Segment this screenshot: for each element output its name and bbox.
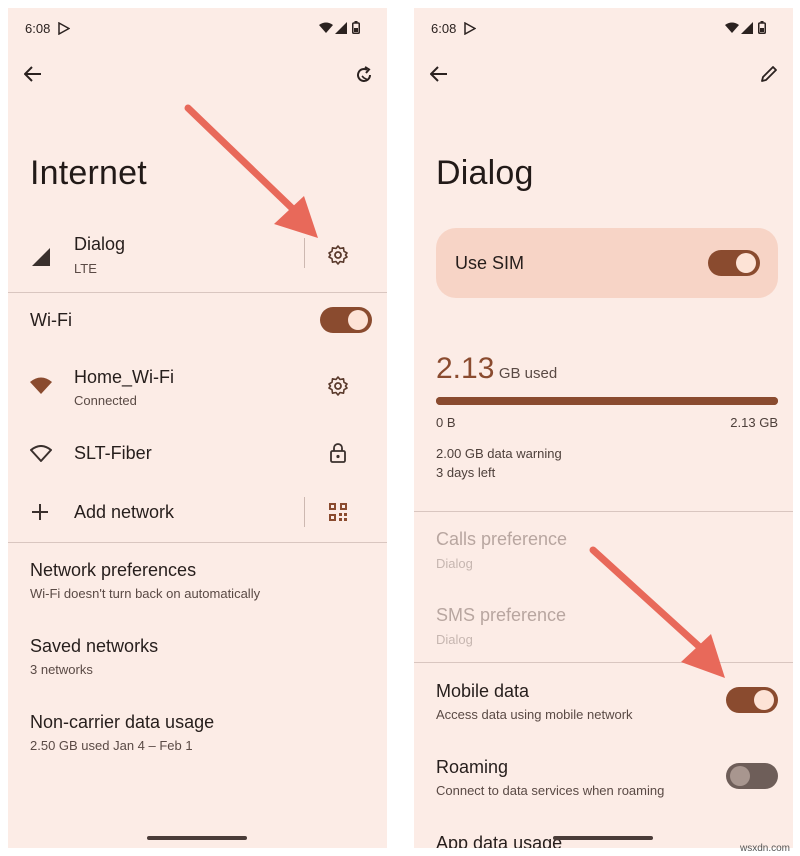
pref-subtitle: Connect to data services when roaming — [436, 783, 665, 798]
add-network-label: Add network — [74, 502, 175, 522]
data-warning-text: 2.00 GB data warning — [436, 446, 562, 461]
network-name: Home_Wi-Fi — [74, 367, 175, 387]
watermark: wsxdn.com — [739, 843, 790, 854]
network-name: SLT-Fiber — [74, 443, 152, 463]
network-settings-gear-icon[interactable] — [327, 375, 349, 397]
pref-subtitle: Dialog — [436, 632, 473, 647]
divider — [8, 292, 387, 293]
annotation-arrow — [589, 546, 725, 678]
signal-status-icon — [741, 22, 753, 34]
pref-title: Saved networks — [30, 636, 159, 656]
usage-min-label: 0 B — [436, 415, 456, 430]
use-sim-card[interactable]: Use SIM — [436, 228, 778, 298]
wifi-status-icon — [725, 22, 739, 34]
annotation-arrow — [184, 104, 318, 238]
page-title: Dialog — [436, 154, 534, 192]
use-sim-toggle[interactable] — [708, 250, 760, 276]
sim-name: Dialog — [74, 234, 126, 254]
edit-pencil-icon[interactable] — [760, 65, 778, 83]
use-sim-label: Use SIM — [455, 253, 525, 273]
data-used-unit: GB used — [498, 365, 558, 382]
pref-subtitle: Dialog — [436, 556, 473, 571]
pref-subtitle: Wi-Fi doesn't turn back on automatically — [30, 586, 261, 601]
wifi-outline-icon — [30, 445, 52, 463]
pref-title: App data usage — [436, 833, 563, 848]
non-carrier-data-usage-item[interactable]: Non-carrier data usage 2.50 GB used Jan … — [8, 708, 387, 758]
home-gesture-bar[interactable] — [147, 836, 247, 840]
data-usage-summary: 2.13 GB used — [436, 352, 557, 386]
internet-screen: 6:08 Internet Dialog LTE Wi-Fi Home_Wi-F… — [8, 8, 387, 848]
status-time: 6:08 — [431, 21, 457, 36]
plus-icon — [32, 504, 48, 520]
play-store-notification-icon — [464, 22, 476, 35]
wifi-label: Wi-Fi — [30, 310, 72, 330]
network-preferences-item[interactable]: Network preferences Wi-Fi doesn't turn b… — [8, 556, 387, 606]
lock-icon — [330, 443, 346, 463]
roaming-toggle[interactable] — [726, 763, 778, 789]
pref-title: Network preferences — [30, 560, 197, 580]
saved-networks-item[interactable]: Saved networks 3 networks — [8, 632, 387, 682]
sim-settings-gear-icon[interactable] — [327, 244, 349, 266]
add-network-row[interactable]: Add network — [8, 492, 298, 532]
cellular-signal-icon — [32, 248, 50, 266]
home-gesture-bar[interactable] — [553, 836, 653, 840]
signal-status-icon — [335, 22, 347, 34]
wifi-status-icon — [319, 22, 333, 34]
back-arrow-icon[interactable] — [24, 65, 42, 83]
reset-connectivity-icon[interactable] — [354, 65, 374, 85]
page-title: Internet — [30, 154, 147, 192]
pref-subtitle: 3 networks — [30, 662, 93, 677]
sim-settings-screen: 6:08 Dialog Use SIM 2.13 GB used 0 B 2.1… — [414, 8, 793, 848]
sim-network-type: LTE — [74, 261, 97, 276]
battery-status-icon — [758, 21, 766, 34]
play-store-notification-icon — [58, 22, 70, 35]
data-used-amount: 2.13 — [436, 352, 495, 385]
pref-title: Roaming — [436, 757, 509, 777]
usage-max-label: 2.13 GB — [730, 415, 778, 430]
divider — [8, 542, 387, 543]
pref-subtitle: Access data using mobile network — [436, 707, 633, 722]
wifi-toggle[interactable] — [320, 307, 372, 333]
network-status: Connected — [74, 393, 137, 408]
pref-title: Calls preference — [436, 529, 568, 549]
pref-title: Non-carrier data usage — [30, 712, 215, 732]
divider — [414, 511, 793, 512]
pref-subtitle: 2.50 GB used Jan 4 – Feb 1 — [30, 738, 193, 753]
data-usage-bar — [436, 397, 778, 405]
back-arrow-icon[interactable] — [430, 65, 448, 83]
mobile-data-toggle[interactable] — [726, 687, 778, 713]
row-separator — [304, 497, 305, 527]
status-time: 6:08 — [25, 21, 51, 36]
days-left-text: 3 days left — [436, 465, 496, 480]
qr-code-scanner-icon[interactable] — [329, 503, 347, 521]
pref-title: SMS preference — [436, 605, 567, 625]
pref-title: Mobile data — [436, 681, 530, 701]
wifi-filled-icon — [30, 377, 52, 395]
battery-status-icon — [352, 21, 360, 34]
